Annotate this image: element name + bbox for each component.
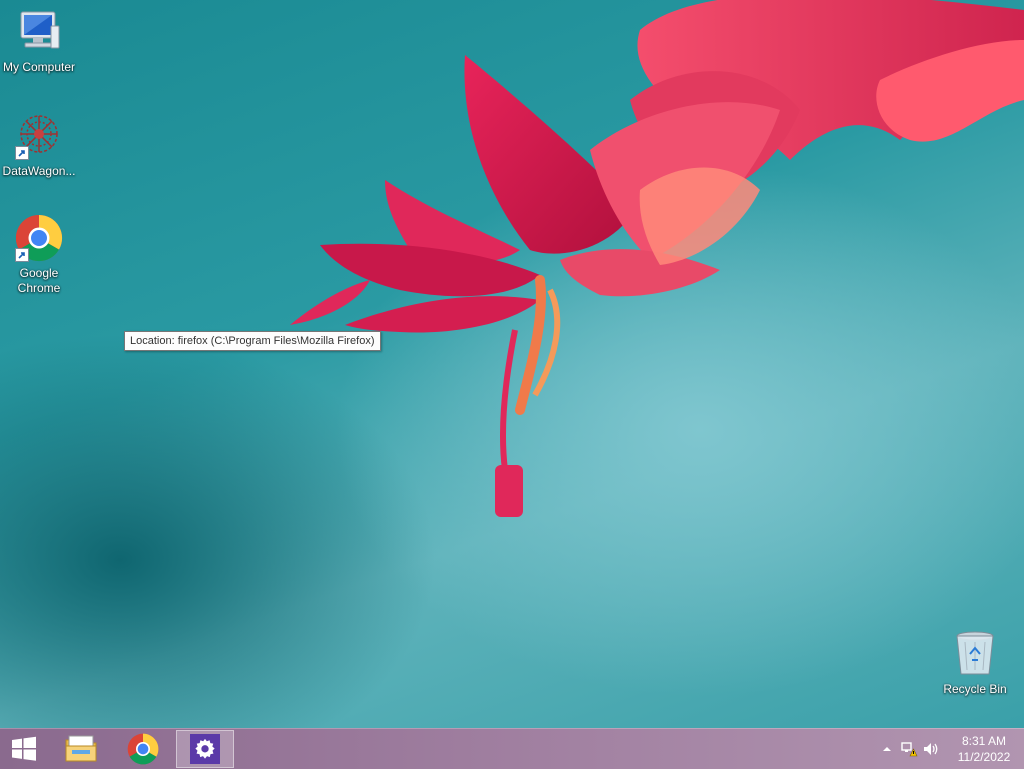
shortcut-arrow-icon bbox=[15, 248, 29, 262]
desktop[interactable]: My Computer DataWagon... Google Chrome R… bbox=[0, 0, 1024, 728]
taskbar-file-explorer[interactable] bbox=[52, 730, 110, 768]
wallpaper-flower bbox=[290, 0, 1024, 517]
desktop-icon-recycle-bin[interactable]: Recycle Bin bbox=[936, 630, 1014, 697]
desktop-icon-google-chrome[interactable]: Google Chrome bbox=[0, 214, 78, 296]
shortcut-arrow-icon bbox=[15, 146, 29, 160]
desktop-icon-my-computer[interactable]: My Computer bbox=[0, 8, 78, 75]
taskbar: 8:31 AM 11/2/2022 bbox=[0, 728, 1024, 769]
volume-button[interactable] bbox=[920, 738, 942, 760]
start-button[interactable] bbox=[0, 730, 48, 768]
gear-icon bbox=[195, 738, 215, 759]
desktop-icon-label: DataWagon... bbox=[2, 164, 76, 178]
clock-date: 11/2/2022 bbox=[957, 750, 1011, 764]
chrome-icon bbox=[15, 214, 63, 262]
datawagon-icon bbox=[15, 112, 63, 160]
clock-time: 8:31 AM bbox=[961, 734, 1007, 748]
desktop-icon-label: Recycle Bin bbox=[943, 682, 1007, 696]
recycle-bin-icon bbox=[951, 630, 999, 678]
network-warning-icon bbox=[901, 742, 918, 757]
chrome-icon bbox=[127, 733, 159, 765]
desktop-icon-label: My Computer bbox=[2, 60, 76, 74]
system-tray: 8:31 AM 11/2/2022 bbox=[876, 729, 1024, 769]
settings-tile bbox=[190, 734, 220, 764]
show-hidden-icons-icon bbox=[883, 747, 891, 751]
taskbar-settings[interactable] bbox=[176, 730, 234, 768]
desktop-icon-label: Google Chrome bbox=[17, 266, 61, 295]
windows-start-icon bbox=[12, 736, 36, 761]
location-tooltip: Location: firefox (C:\Program Files\Mozi… bbox=[124, 331, 381, 351]
taskbar-clock[interactable]: 8:31 AM 11/2/2022 bbox=[948, 733, 1020, 765]
computer-icon bbox=[15, 8, 63, 56]
desktop-icon-datawagon[interactable]: DataWagon... bbox=[0, 112, 78, 179]
folder-icon bbox=[65, 735, 97, 762]
show-hidden-icons-button[interactable] bbox=[876, 738, 898, 760]
volume-icon bbox=[924, 743, 938, 755]
network-button[interactable] bbox=[898, 738, 920, 760]
taskbar-google-chrome[interactable] bbox=[114, 730, 172, 768]
